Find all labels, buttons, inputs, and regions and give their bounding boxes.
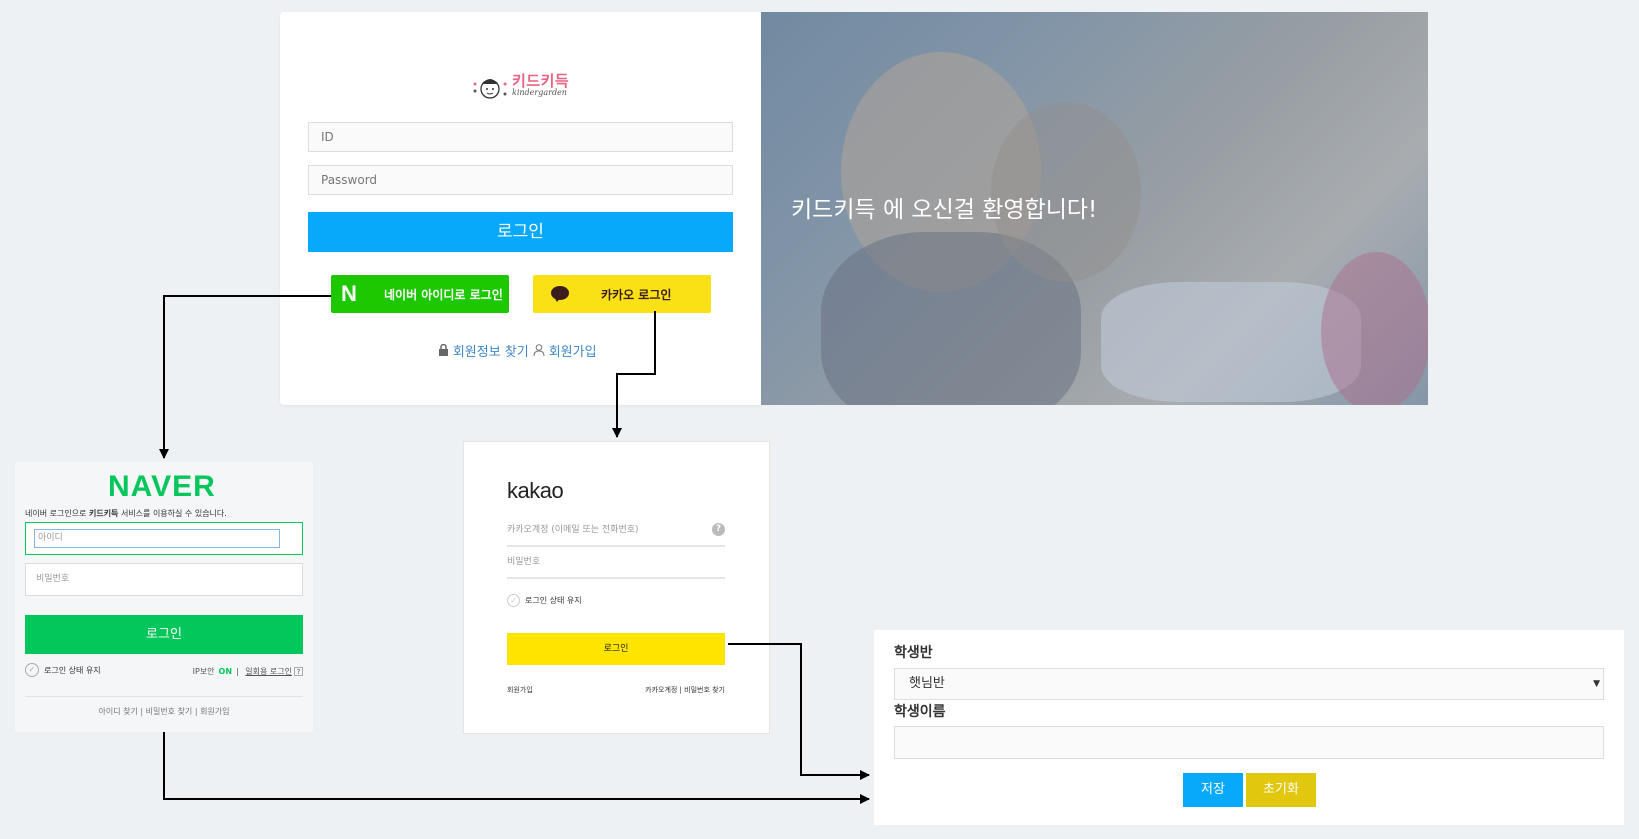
keep-login-label: 로그인 상태 유지 — [525, 596, 582, 605]
kakao-login-label: 카카오 로그인 — [601, 288, 672, 302]
naver-password-input[interactable]: 비밀번호 — [25, 563, 303, 596]
divider — [25, 696, 303, 697]
naver-login-button[interactable]: N 네이버 아이디로 로그인 — [331, 275, 509, 313]
student-name-input[interactable] — [894, 726, 1604, 759]
speech-bubble-icon — [551, 286, 569, 302]
help-icon[interactable]: ? — [294, 667, 303, 676]
kakao-account-input[interactable]: 카카오계정 (이메일 또는 전화번호) ? — [507, 521, 725, 547]
desc-brand: 키드키득 — [88, 509, 119, 518]
chevron-down-icon: ▼ — [1593, 679, 1600, 689]
naver-login-label: 네이버 아이디로 로그인 — [384, 288, 503, 302]
kakao-login-button[interactable]: 카카오 로그인 — [533, 275, 711, 313]
naver-id-input[interactable]: 아이디 — [34, 529, 280, 548]
kakao-signup-link[interactable]: 회원가입 — [507, 685, 533, 695]
one-time-login-link[interactable]: 일회용 로그인 — [245, 667, 292, 676]
account-links: 회원정보 찾기 회원가입 — [438, 341, 597, 360]
hero-image-panel: 키드키득 에 오신걸 환영합니다! — [761, 12, 1428, 405]
check-icon[interactable]: ✓ — [25, 663, 39, 677]
check-icon[interactable]: ✓ — [507, 594, 520, 607]
reset-button[interactable]: 초기화 — [1246, 773, 1316, 807]
kakao-logo: kakao — [507, 478, 564, 503]
id-input[interactable]: ID — [308, 122, 733, 152]
naver-submit-button[interactable]: 로그인 — [25, 615, 303, 654]
class-label: 학생반 — [894, 645, 933, 661]
class-selected-value: 햇님반 — [909, 676, 945, 691]
naver-login-panel: NAVER 네이버 로그인으로 키드키득 서비스를 이용하실 수 있습니다. 아… — [15, 462, 313, 732]
kakao-footer-links[interactable]: 카카오계정 | 비밀번호 찾기 — [645, 685, 725, 695]
lock-icon — [438, 343, 453, 359]
login-button[interactable]: 로그인 — [308, 212, 733, 252]
login-card: 키드키득 kindergarden ID Password 로그인 N 네이버 … — [280, 12, 761, 405]
kakao-account-placeholder: 카카오계정 (이메일 또는 전화번호) — [507, 525, 639, 535]
kakao-login-panel: kakao 카카오계정 (이메일 또는 전화번호) ? 비밀번호 ✓ 로그인 상… — [463, 441, 770, 734]
kidkidk-logo: 키드키득 kindergarden — [460, 66, 580, 106]
naver-ip-security: IP보안 ON | 일회용 로그인? — [193, 666, 303, 677]
logo-sub-text: kindergarden — [512, 88, 567, 97]
class-select[interactable]: 햇님반 ▼ — [894, 668, 1604, 700]
password-input[interactable]: Password — [308, 165, 733, 195]
child-face-icon — [473, 79, 507, 99]
student-form-panel: 학생반 햇님반 ▼ 학생이름 저장 초기화 — [874, 630, 1624, 825]
kakao-password-input[interactable]: 비밀번호 — [507, 553, 725, 579]
desc-text: 네이버 로그인으로 — [25, 509, 89, 518]
find-info-link[interactable]: 회원정보 찾기 — [453, 345, 529, 360]
ip-on-toggle[interactable]: ON — [219, 667, 233, 676]
user-icon — [533, 344, 549, 359]
arrow-naver-to-form — [163, 732, 870, 804]
help-icon[interactable]: ? — [712, 523, 725, 536]
desc-text: 서비스를 이용하실 수 있습니다. — [118, 509, 227, 518]
signup-link[interactable]: 회원가입 — [549, 345, 597, 360]
naver-id-field[interactable]: 아이디 — [25, 522, 303, 555]
kakao-submit-button[interactable]: 로그인 — [507, 633, 725, 665]
ip-security-label: IP보안 — [192, 667, 215, 676]
student-name-label: 학생이름 — [894, 704, 946, 720]
naver-keep-login[interactable]: ✓ 로그인 상태 유지 — [25, 663, 101, 677]
naver-footer-links[interactable]: 아이디 찾기 | 비밀번호 찾기 | 회원가입 — [15, 706, 313, 717]
naver-n-icon: N — [341, 281, 357, 306]
welcome-text: 키드키득 에 오신걸 환영합니다! — [791, 197, 1098, 223]
kakao-keep-login[interactable]: ✓ 로그인 상태 유지 — [507, 594, 582, 607]
save-button[interactable]: 저장 — [1183, 773, 1243, 807]
naver-description: 네이버 로그인으로 키드키득 서비스를 이용하실 수 있습니다. — [25, 508, 227, 519]
keep-login-label: 로그인 상태 유지 — [44, 665, 101, 675]
naver-logo: NAVER — [108, 470, 216, 503]
